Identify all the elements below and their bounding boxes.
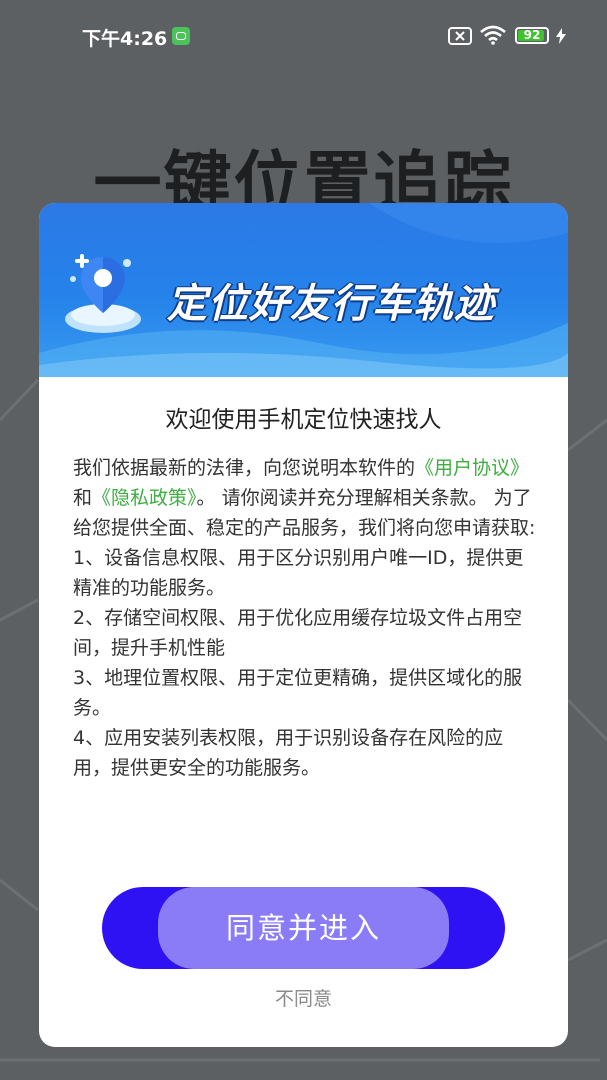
intro-paragraph: 我们依据最新的法律，向您说明本软件的《用户协议》和《隐私政策》。 请你阅读并充分… [73,453,539,543]
banner-text: 定位好友行车轨迹 [167,281,495,327]
notification-app-icon [172,27,190,45]
permission-item: 2、存储空间权限、用于优化应用缓存垃圾文件占用空间，提升手机性能 [73,607,523,659]
intro-text-before: 我们依据最新的法律，向您说明本软件的 [73,457,416,479]
status-bar: 下午4:26 92 [0,0,607,72]
user-agreement-link[interactable]: 《用户协议》 [415,457,529,479]
dialog-title: 欢迎使用手机定位快速找人 [165,407,442,433]
status-time: 下午4:26 [82,28,168,50]
agree-button-label: 同意并进入 [225,911,381,945]
location-pin-icon [65,254,141,333]
wifi-icon [480,25,506,45]
no-sim-icon [448,27,472,45]
battery-level: 92 [523,28,541,42]
permission-item: 4、应用安装列表权限，用于识别设备存在风险的应用，提供更安全的功能服务。 [73,727,504,779]
privacy-policy-link[interactable]: 《隐私政策》 [92,487,197,509]
permission-item: 1、设备信息权限、用于区分识别用户唯一ID，提供更精准的功能服务。 [73,547,524,599]
charging-icon [556,28,566,44]
agree-button[interactable]: 同意并进入 [102,887,505,969]
dialog-body: 我们依据最新的法律，向您说明本软件的《用户协议》和《隐私政策》。 请你阅读并充分… [73,453,539,783]
battery-icon: 92 [515,27,549,44]
permission-item: 3、地理位置权限、用于定位更精确，提供区域化的服务。 [73,667,523,719]
disagree-button[interactable]: 不同意 [39,984,568,1011]
dialog-banner: 定位好友行车轨迹 [39,203,568,377]
consent-dialog: 定位好友行车轨迹 欢迎使用手机定位快速找人 我们依据最新的法律，向您说明本软件的… [39,203,568,1047]
and-text: 和 [73,487,93,509]
